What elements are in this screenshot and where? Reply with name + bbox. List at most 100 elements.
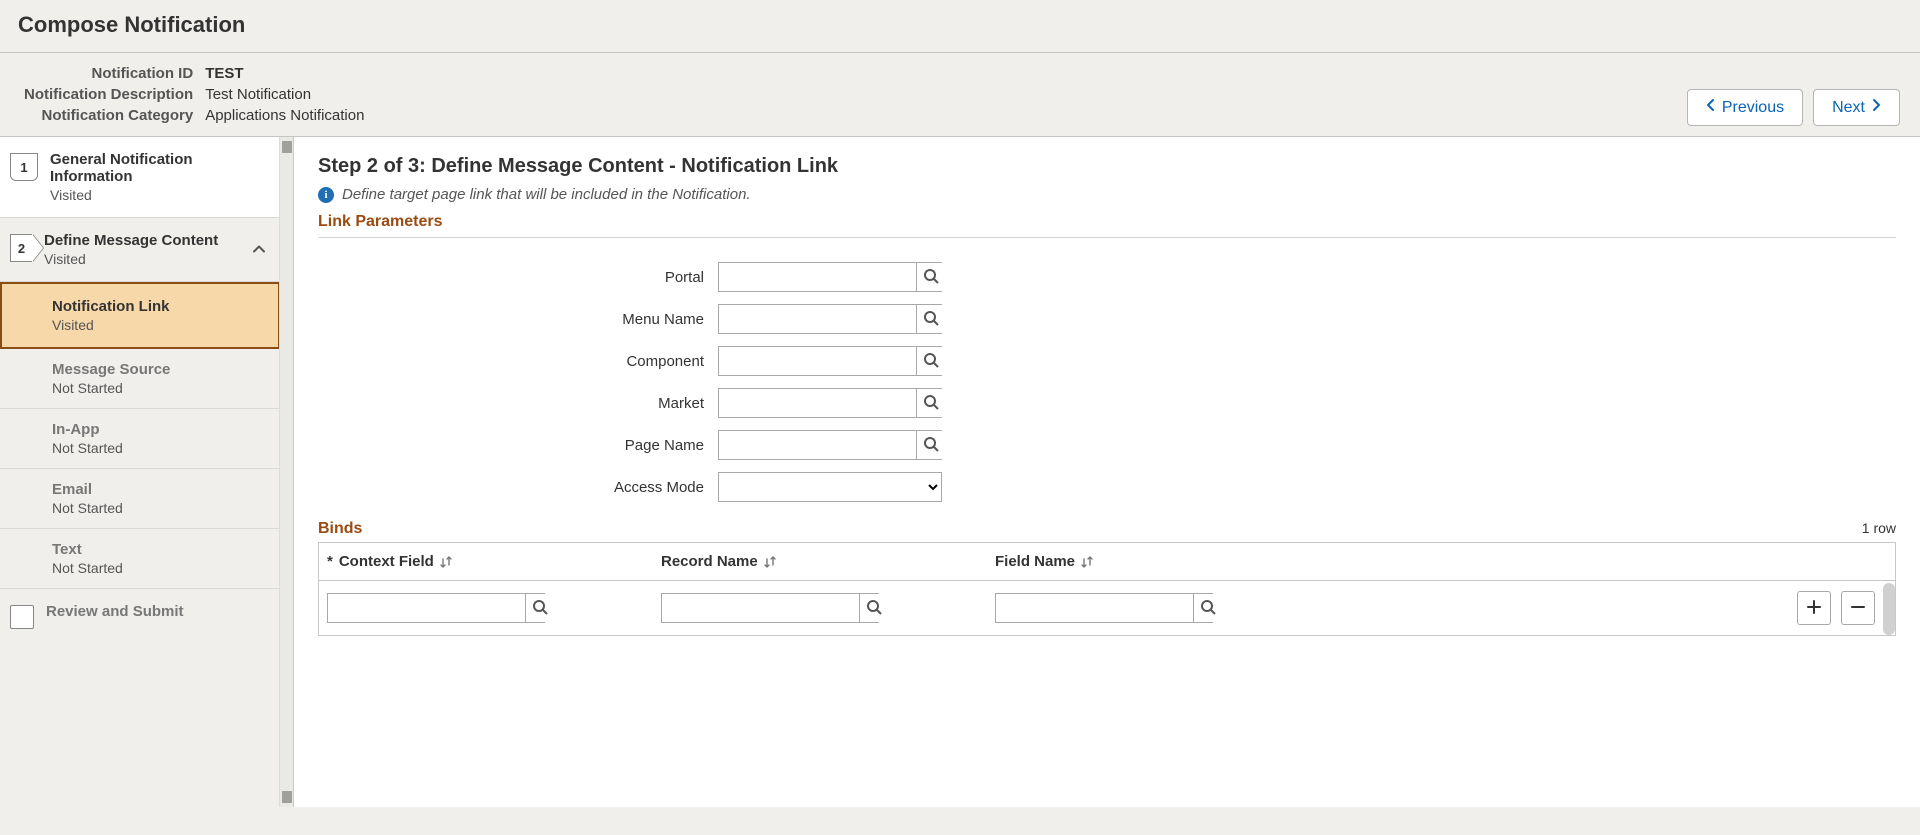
market-input[interactable] [719, 389, 916, 417]
step1-title: General Notification Information [50, 151, 268, 185]
col-record-name[interactable]: Record Name [661, 553, 995, 570]
header-divider [0, 52, 1920, 53]
notif-cat-label: Notification Category [18, 105, 199, 126]
page-input[interactable] [719, 431, 916, 459]
component-label: Component [318, 353, 718, 370]
page-lookup-button[interactable] [916, 431, 945, 459]
substep-text-title: Text [52, 541, 268, 558]
substep-source-title: Message Source [52, 361, 268, 378]
binds-grid: * Context Field Record Name Field Name [318, 542, 1896, 636]
field-name-input[interactable] [996, 594, 1193, 622]
step-badge-1: 1 [10, 153, 38, 181]
search-icon [866, 599, 882, 618]
substep-text-status: Not Started [52, 560, 268, 576]
binds-row [319, 581, 1895, 635]
step1-status: Visited [50, 187, 268, 203]
page-label: Page Name [318, 437, 718, 454]
notif-id-label: Notification ID [18, 63, 199, 84]
component-field [718, 346, 942, 376]
substep-text[interactable]: Text Not Started [0, 529, 280, 589]
substep-notification-link[interactable]: Notification Link Visited [0, 282, 280, 349]
substep-source-status: Not Started [52, 380, 268, 396]
search-icon [1200, 599, 1216, 618]
portal-field [718, 262, 942, 292]
search-icon [923, 352, 939, 371]
section-binds: Binds [318, 520, 362, 538]
component-input[interactable] [719, 347, 916, 375]
market-label: Market [318, 395, 718, 412]
wizard-sidebar: 1 General Notification Information Visit… [0, 137, 294, 807]
notif-desc-value: Test Notification [199, 84, 370, 105]
binds-row-count: 1 row [1862, 520, 1896, 536]
delete-row-button[interactable] [1841, 591, 1875, 625]
menu-label: Menu Name [318, 311, 718, 328]
chevron-up-icon[interactable] [252, 241, 266, 258]
step-general-info[interactable]: 1 General Notification Information Visit… [0, 137, 280, 218]
section-link-parameters: Link Parameters [318, 213, 1896, 238]
menu-input[interactable] [719, 305, 916, 333]
search-icon [923, 394, 939, 413]
binds-grid-header: * Context Field Record Name Field Name [319, 543, 1895, 581]
page-header: Compose Notification Notification ID TES… [0, 0, 1920, 137]
page-title: Compose Notification [18, 12, 1902, 38]
col-field-label: Field Name [995, 553, 1075, 570]
sort-icon [764, 555, 776, 569]
notif-cat-value: Applications Notification [199, 105, 370, 126]
search-icon [923, 310, 939, 329]
context-field-cell [327, 593, 545, 623]
step2-title: Define Message Content [44, 232, 268, 249]
notif-id-value: TEST [199, 63, 370, 84]
step2-status: Visited [44, 251, 268, 267]
wizard-nav: Previous Next [1687, 89, 1900, 126]
substep-message-source[interactable]: Message Source Not Started [0, 349, 280, 409]
portal-lookup-button[interactable] [916, 263, 945, 291]
market-lookup-button[interactable] [916, 389, 945, 417]
context-field-lookup[interactable] [525, 594, 554, 622]
previous-button[interactable]: Previous [1687, 89, 1803, 126]
col-context-field[interactable]: * Context Field [327, 553, 661, 570]
page-field [718, 430, 942, 460]
sort-icon [1081, 555, 1093, 569]
col-record-label: Record Name [661, 553, 758, 570]
search-icon [923, 268, 939, 287]
record-name-lookup[interactable] [859, 594, 888, 622]
col-field-name[interactable]: Field Name [995, 553, 1329, 570]
access-mode-select[interactable] [718, 472, 942, 502]
col-context-label: Context Field [339, 553, 434, 570]
substep-in-app[interactable]: In-App Not Started [0, 409, 280, 469]
next-button[interactable]: Next [1813, 89, 1900, 126]
substep-email-title: Email [52, 481, 268, 498]
menu-lookup-button[interactable] [916, 305, 945, 333]
step-heading: Step 2 of 3: Define Message Content - No… [318, 155, 1896, 178]
component-lookup-button[interactable] [916, 347, 945, 375]
substep-email[interactable]: Email Not Started [0, 469, 280, 529]
field-name-cell [995, 593, 1213, 623]
step-badge-2: 2 [10, 234, 32, 262]
step-define-message[interactable]: 2 Define Message Content Visited [0, 218, 280, 282]
search-icon [923, 436, 939, 455]
minus-icon [1850, 599, 1866, 618]
portal-input[interactable] [719, 263, 916, 291]
grid-scrollbar[interactable] [1883, 583, 1895, 635]
record-name-input[interactable] [662, 594, 859, 622]
main-content: Step 2 of 3: Define Message Content - No… [294, 137, 1920, 807]
access-label: Access Mode [318, 479, 718, 496]
step-hint: Define target page link that will be inc… [342, 186, 751, 203]
previous-label: Previous [1722, 99, 1784, 117]
add-row-button[interactable] [1797, 591, 1831, 625]
context-field-input[interactable] [328, 594, 525, 622]
notif-desc-label: Notification Description [18, 84, 199, 105]
substep-link-title: Notification Link [52, 298, 268, 315]
substep-link-status: Visited [52, 317, 268, 333]
plus-icon [1806, 599, 1822, 618]
menu-field [718, 304, 942, 334]
record-name-cell [661, 593, 879, 623]
step3-title: Review and Submit [46, 603, 268, 620]
sidebar-scrollbar[interactable] [279, 137, 293, 807]
substep-inapp-status: Not Started [52, 440, 268, 456]
required-marker: * [327, 553, 333, 570]
step-review-submit[interactable]: Review and Submit [0, 589, 280, 643]
step-badge-3 [10, 605, 34, 629]
field-name-lookup[interactable] [1193, 594, 1222, 622]
chevron-left-icon [1706, 98, 1716, 117]
